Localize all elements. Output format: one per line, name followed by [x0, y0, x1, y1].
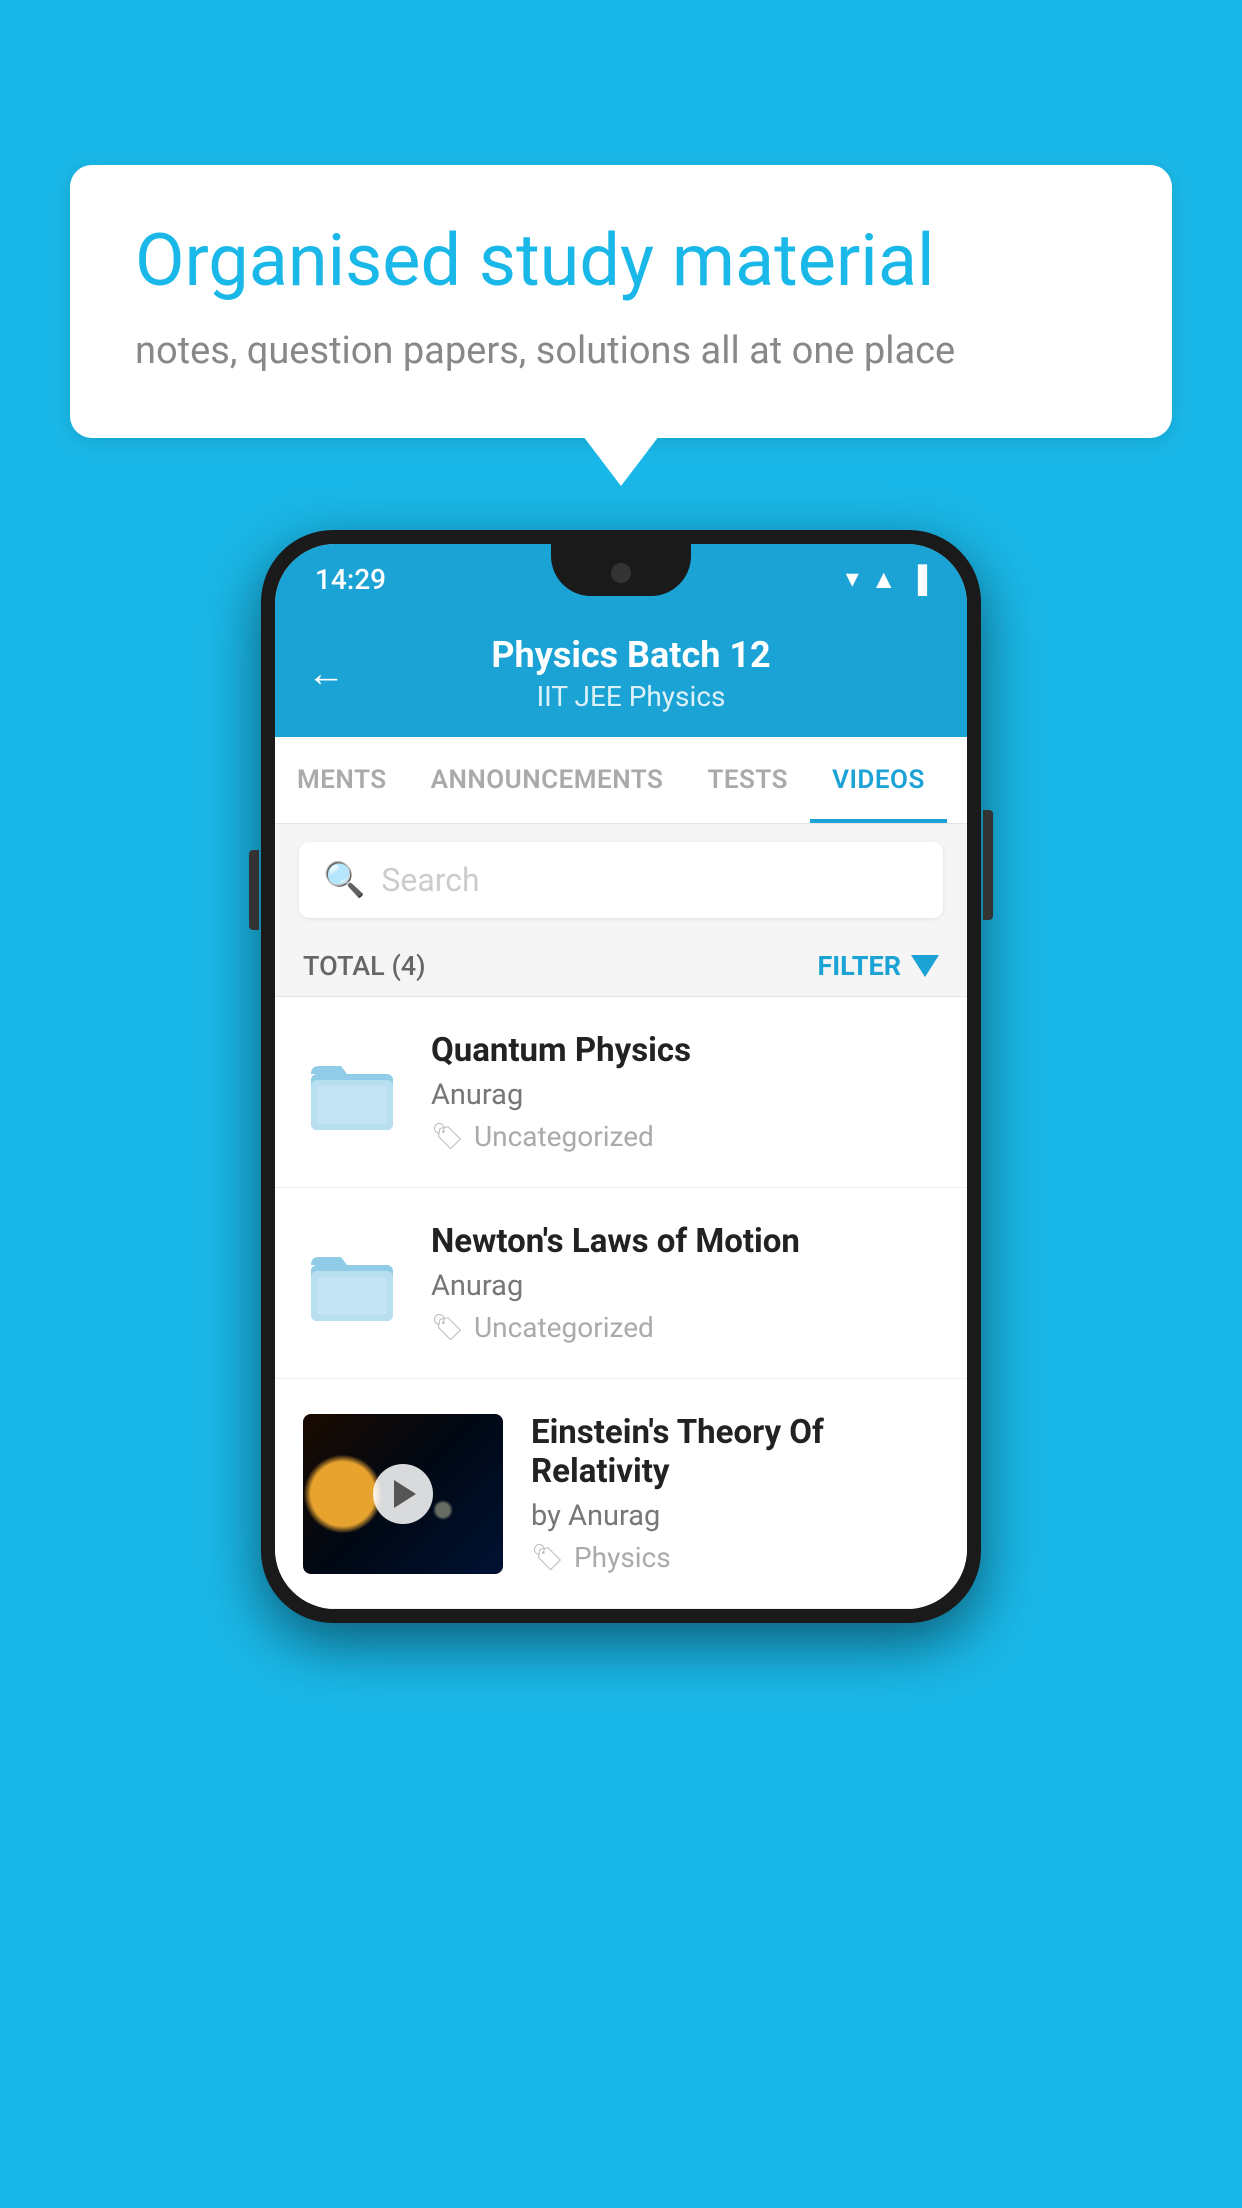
list-item[interactable]: Einstein's Theory Of Relativity by Anura… — [275, 1379, 967, 1609]
folder-icon — [309, 1052, 397, 1132]
filter-button[interactable]: FILTER — [817, 950, 939, 982]
tag-icon-2: 🏷 — [431, 1313, 464, 1343]
list-item[interactable]: Newton's Laws of Motion Anurag 🏷 Uncateg… — [275, 1188, 967, 1379]
signal-icon: ▲ — [871, 564, 897, 595]
video-title-3: Einstein's Theory Of Relativity — [531, 1413, 939, 1491]
tag-label-2: Uncategorized — [474, 1311, 654, 1344]
list-item[interactable]: Quantum Physics Anurag 🏷 Uncategorized — [275, 997, 967, 1188]
status-bar: 14:29 ▾ ▲ ▐ — [275, 544, 967, 614]
video-info-2: Newton's Laws of Motion Anurag 🏷 Uncateg… — [431, 1222, 939, 1344]
filter-triangle-icon — [911, 955, 939, 977]
battery-icon: ▐ — [909, 564, 927, 595]
total-label: TOTAL (4) — [303, 950, 426, 982]
video-info-1: Quantum Physics Anurag 🏷 Uncategorized — [431, 1031, 939, 1153]
video-tag-3: 🏷 Physics — [531, 1541, 939, 1574]
video-author-3: by Anurag — [531, 1499, 939, 1533]
tab-tests[interactable]: TESTS — [685, 737, 810, 823]
tag-icon-3: 🏷 — [531, 1543, 564, 1573]
wifi-icon: ▾ — [846, 564, 859, 594]
speech-bubble-title: Organised study material — [135, 220, 1107, 303]
filter-label: FILTER — [817, 950, 901, 982]
phone-outer: 14:29 ▾ ▲ ▐ ← Physics Batch 12 IIT JEE P… — [261, 530, 981, 1623]
video-thumb-3 — [303, 1414, 503, 1574]
header-title-group: Physics Batch 12 IIT JEE Physics — [365, 634, 897, 713]
tab-videos[interactable]: VIDEOS — [810, 737, 947, 823]
tag-label-1: Uncategorized — [474, 1120, 654, 1153]
phone-screen: 14:29 ▾ ▲ ▐ ← Physics Batch 12 IIT JEE P… — [275, 544, 967, 1609]
speech-bubble: Organised study material notes, question… — [70, 165, 1172, 438]
speech-bubble-container: Organised study material notes, question… — [70, 165, 1172, 438]
play-triangle-icon — [394, 1480, 416, 1508]
video-info-3: Einstein's Theory Of Relativity by Anura… — [531, 1413, 939, 1574]
filter-row: TOTAL (4) FILTER — [275, 936, 967, 997]
search-bar[interactable]: 🔍 Search — [299, 842, 943, 918]
tab-announcements[interactable]: ANNOUNCEMENTS — [409, 737, 686, 823]
notch-camera — [611, 563, 631, 583]
tag-label-3: Physics — [574, 1541, 671, 1574]
play-button[interactable] — [373, 1464, 433, 1524]
video-list: Quantum Physics Anurag 🏷 Uncategorized — [275, 997, 967, 1609]
video-title-1: Quantum Physics — [431, 1031, 939, 1070]
tab-ments[interactable]: MENTS — [275, 737, 409, 823]
search-bar-container: 🔍 Search — [275, 824, 967, 936]
video-author-1: Anurag — [431, 1078, 939, 1112]
app-header: ← Physics Batch 12 IIT JEE Physics — [275, 614, 967, 737]
video-tag-1: 🏷 Uncategorized — [431, 1120, 939, 1153]
video-tag-2: 🏷 Uncategorized — [431, 1311, 939, 1344]
folder-thumb-2 — [303, 1243, 403, 1323]
status-time: 14:29 — [315, 563, 386, 596]
video-title-2: Newton's Laws of Motion — [431, 1222, 939, 1261]
speech-bubble-subtitle: notes, question papers, solutions all at… — [135, 325, 1107, 378]
search-placeholder: Search — [381, 861, 479, 899]
tab-bar: MENTS ANNOUNCEMENTS TESTS VIDEOS — [275, 737, 967, 824]
back-button[interactable]: ← — [307, 652, 345, 696]
tag-icon-1: 🏷 — [431, 1122, 464, 1152]
phone-wrapper: 14:29 ▾ ▲ ▐ ← Physics Batch 12 IIT JEE P… — [261, 530, 981, 1623]
status-icons: ▾ ▲ ▐ — [846, 564, 927, 595]
video-author-2: Anurag — [431, 1269, 939, 1303]
search-icon: 🔍 — [323, 860, 365, 900]
folder-icon — [309, 1243, 397, 1323]
notch — [551, 544, 691, 596]
header-title: Physics Batch 12 — [365, 634, 897, 676]
folder-thumb-1 — [303, 1052, 403, 1132]
header-subtitle: IIT JEE Physics — [365, 680, 897, 713]
